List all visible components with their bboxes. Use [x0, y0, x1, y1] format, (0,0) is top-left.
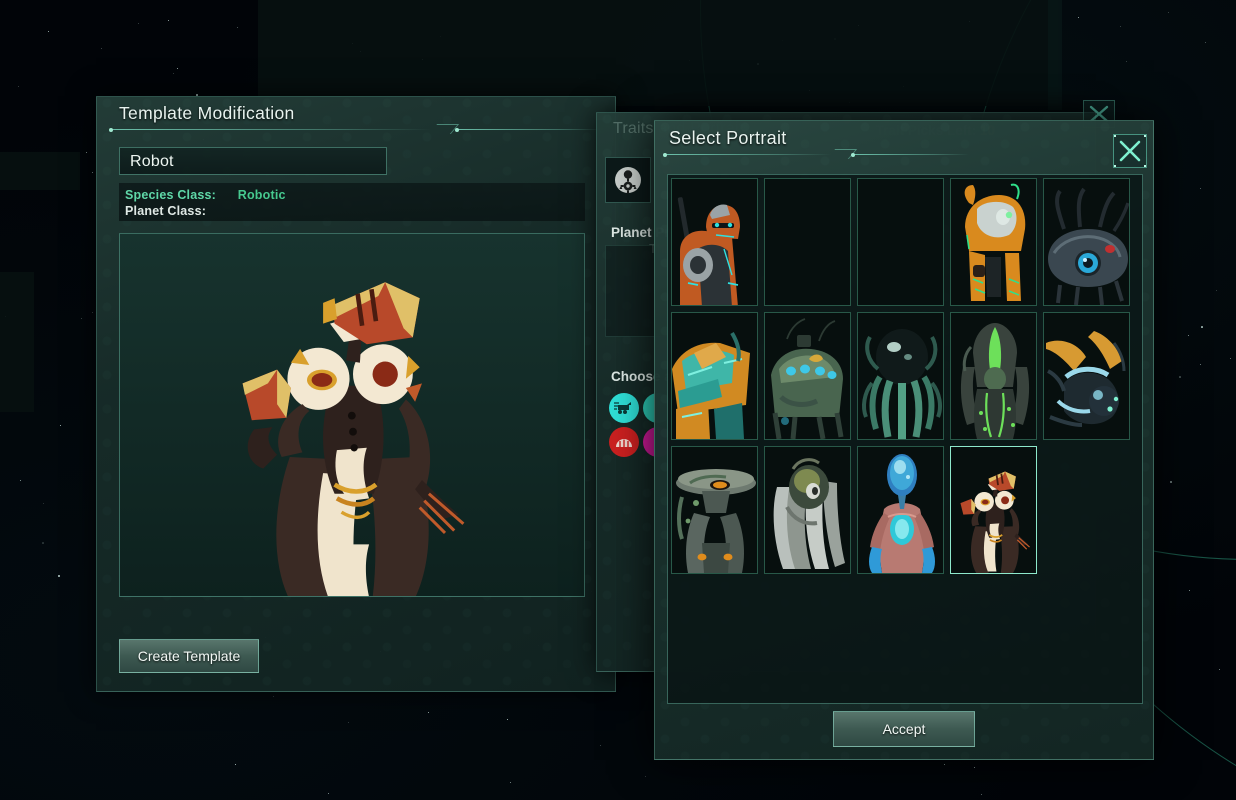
portrait-thumbnail-art: [858, 447, 943, 573]
species-class-value: Robotic: [237, 188, 286, 202]
portrait-thumbnail-art: [1044, 313, 1129, 439]
page-title: Template Modification: [119, 103, 295, 123]
bg-plate-left: [0, 152, 80, 190]
portrait-fungoid-walker[interactable]: [671, 446, 758, 574]
portrait-grid-scroll-area[interactable]: [667, 174, 1143, 704]
portrait-thumbnail-art: [951, 179, 1036, 305]
portrait-thumbnail-art: [858, 313, 943, 439]
trait-icon-3[interactable]: [609, 427, 639, 457]
title-underline: [109, 127, 431, 132]
title-underline-2: [455, 127, 603, 132]
dialog-title-underline: [663, 152, 831, 157]
portrait-thumbnail-art: [672, 179, 757, 305]
close-portrait-dialog-button[interactable]: [1113, 134, 1147, 168]
planet-class-label: Planet Class:: [125, 204, 207, 218]
portrait-machine-red-box-head[interactable]: [950, 446, 1037, 574]
species-info-box: Species Class: Robotic Planet Class:: [119, 183, 585, 221]
large-portrait-preview: [119, 233, 585, 597]
portrait-robot-orange-quadruped[interactable]: [950, 178, 1037, 306]
portrait-molluscoid-tentacle[interactable]: [857, 312, 944, 440]
portrait-thumbnail-art: [672, 447, 757, 573]
portrait-empty-2[interactable]: [857, 178, 944, 306]
dialog-title: Select Portrait: [669, 128, 787, 148]
dialog-title-bar: Select Portrait: [655, 121, 1153, 163]
portrait-plantoid-green-bulb[interactable]: [950, 312, 1037, 440]
portrait-thumbnail-art: [765, 313, 850, 439]
trait-icon-1[interactable]: [609, 393, 639, 423]
portrait-thumbnail-art: [951, 447, 1036, 573]
portrait-machine-blue-eye[interactable]: [1043, 178, 1130, 306]
species-gear-icon: [615, 167, 641, 194]
species-name-input[interactable]: Robot: [119, 147, 387, 175]
template-modification-window: Template Modification Robot Species Clas…: [96, 96, 616, 692]
select-portrait-dialog: Select Portrait Accept: [654, 120, 1154, 760]
dialog-title-underline-2: [851, 152, 969, 157]
window-title-bar: Template Modification: [97, 97, 615, 139]
portrait-thumbnail-art: [765, 447, 850, 573]
trait-glyph-3: [616, 439, 632, 447]
portrait-humanoid-blue-crystal[interactable]: [857, 446, 944, 574]
portrait-art-robot: [120, 234, 584, 596]
bg-plate-top: [258, 0, 1058, 106]
portrait-thumbnail-art: [765, 179, 850, 305]
portrait-thumbnail-art: [1044, 179, 1129, 305]
portrait-insectoid-green[interactable]: [764, 312, 851, 440]
bg-plate-left2: [0, 272, 34, 412]
portrait-empty-1[interactable]: [764, 178, 851, 306]
close-x-icon: [1114, 135, 1146, 167]
bg-plate-side: [1048, 0, 1062, 110]
species-portrait-button[interactable]: [605, 157, 651, 203]
trait-glyph-1: [614, 402, 631, 414]
portrait-thumbnail-art: [951, 313, 1036, 439]
create-template-button[interactable]: Create Template: [119, 639, 259, 673]
portrait-grid: [671, 178, 1130, 574]
portrait-arthropoid-blue[interactable]: [1043, 312, 1130, 440]
portrait-avian-silver-wings[interactable]: [764, 446, 851, 574]
species-class-label: Species Class:: [125, 188, 217, 202]
portrait-thumbnail-art: [858, 179, 943, 305]
portrait-robot-orange-soldier[interactable]: [671, 178, 758, 306]
accept-button[interactable]: Accept: [833, 711, 975, 747]
portrait-robot-gold-teal[interactable]: [671, 312, 758, 440]
portrait-thumbnail-art: [672, 313, 757, 439]
